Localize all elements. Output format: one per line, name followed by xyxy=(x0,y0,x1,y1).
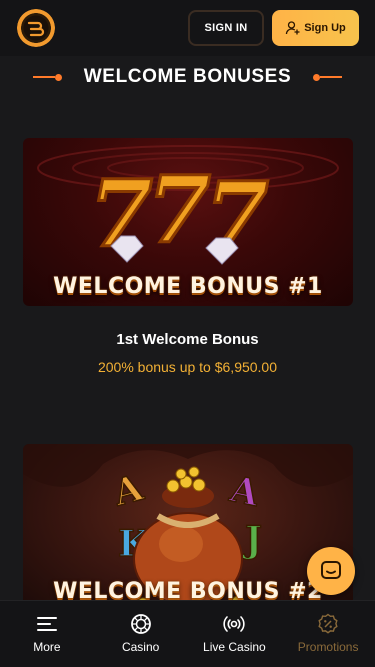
nav-item-casino[interactable]: Casino xyxy=(94,601,188,667)
signup-button[interactable]: Sign Up xyxy=(272,10,359,46)
nav-item-live-casino[interactable]: Live Casino xyxy=(188,601,282,667)
bonus-card-1-title: 1st Welcome Bonus xyxy=(116,331,259,348)
percent-badge-icon xyxy=(318,613,338,634)
heading-decoration-left xyxy=(32,73,62,81)
heading-decoration-right xyxy=(313,73,343,81)
chat-bubble-icon xyxy=(321,561,341,579)
bonus-card-1-banner-text: WELCOME BONUS #1 xyxy=(53,274,323,299)
page: SIGN IN Sign Up WELCOME BONUSES 7 7 7 WE… xyxy=(0,0,375,667)
broadcast-icon xyxy=(223,616,246,632)
chat-button[interactable] xyxy=(307,547,355,595)
bonus-card-1-offer: 200% bonus up to $6,950.00 xyxy=(97,359,278,375)
signin-button[interactable]: SIGN IN xyxy=(188,10,264,46)
section-title: WELCOME BONUSES xyxy=(83,66,292,87)
svg-text:A: A xyxy=(108,466,148,514)
section-heading: WELCOME BONUSES xyxy=(0,62,375,92)
signin-label: SIGN IN xyxy=(204,22,248,34)
bottom-navigation: More Casino Live Casino Promotions xyxy=(0,600,375,667)
logo-icon xyxy=(17,9,55,47)
svg-text:A: A xyxy=(226,468,264,515)
brand-logo[interactable] xyxy=(17,9,55,47)
nav-item-more[interactable]: More xyxy=(0,601,94,667)
nav-item-label: Casino xyxy=(121,640,160,654)
bonus-card-1-image[interactable]: 7 7 7 WELCOME BONUS #1 xyxy=(23,138,353,306)
signup-label: Sign Up xyxy=(304,22,346,34)
menu-icon xyxy=(36,617,57,631)
nav-item-promotions[interactable]: Promotions xyxy=(281,601,375,667)
svg-text:J: J xyxy=(242,519,262,561)
nav-item-label: Live Casino xyxy=(203,640,266,654)
top-header: SIGN IN Sign Up xyxy=(0,0,375,56)
bonus-card-2-image[interactable]: A K A J WELCOME BONUS #2 xyxy=(23,444,353,614)
nav-item-label: Promotions xyxy=(297,640,359,654)
svg-text:7: 7 xyxy=(147,156,211,264)
add-user-icon xyxy=(286,21,300,35)
casino-chip-icon xyxy=(130,614,151,634)
nav-item-label: More xyxy=(33,640,61,654)
auth-buttons: SIGN IN Sign Up xyxy=(188,10,359,46)
